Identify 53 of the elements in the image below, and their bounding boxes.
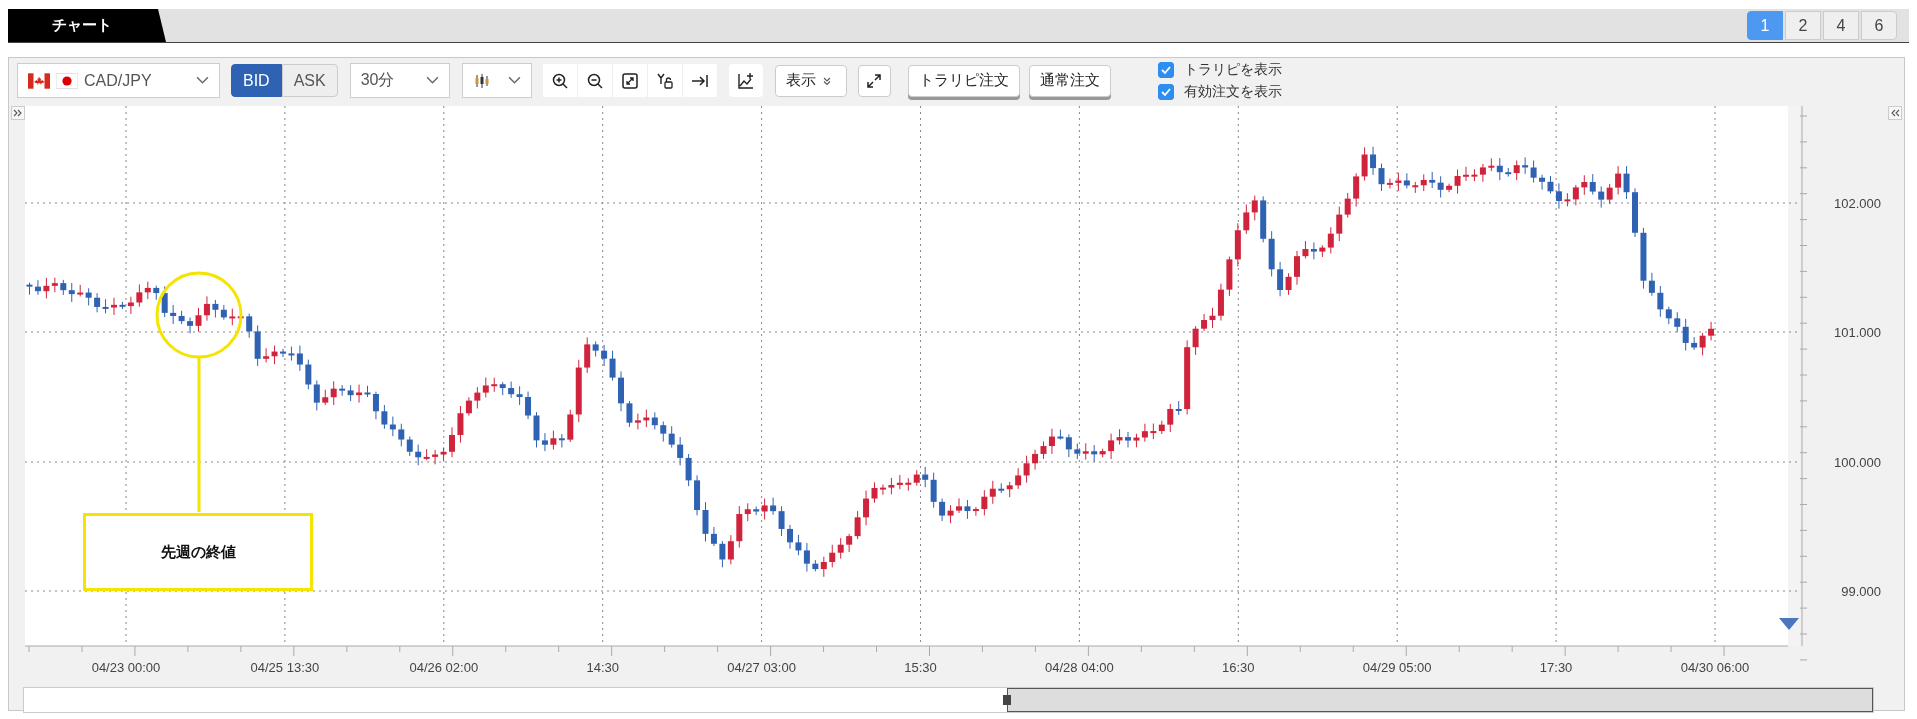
zoom-in-button[interactable] [542, 64, 578, 97]
chart-type-dropdown[interactable] [461, 63, 532, 98]
price-axis-label: 101.000 [1834, 325, 1881, 340]
fit-icon [620, 71, 639, 90]
option-checkbox[interactable]: 有効注文を表示 [1157, 82, 1282, 101]
expand-left-panel-icon[interactable] [11, 106, 25, 120]
layout-button[interactable]: 6 [1861, 11, 1897, 40]
time-axis-label: 04/25 13:30 [250, 660, 320, 675]
time-axis-label: 16:30 [1222, 660, 1255, 675]
time-axis-label: 04/23 00:00 [91, 660, 161, 675]
zoom-in-icon [550, 71, 569, 90]
timeframe-label: 30分 [360, 70, 396, 90]
option-checkbox[interactable]: トラリピを表示 [1157, 60, 1282, 79]
annotation-box: 先週の終値 [83, 513, 313, 591]
order-button[interactable]: トラリピ注文 [907, 64, 1020, 97]
price-axis-label: 99.000 [1841, 584, 1881, 599]
timeframe-dropdown[interactable]: 30分 [349, 63, 450, 98]
time-axis-label: 04/28 04:00 [1045, 660, 1114, 675]
time-axis-label: 04/29 05:00 [1362, 660, 1432, 675]
time-axis-label: 04/30 06:00 [1680, 660, 1750, 675]
collapse-right-panel-icon[interactable] [1887, 106, 1902, 120]
flag-icon [56, 72, 78, 89]
symbol-label: CAD/JPY [84, 71, 153, 90]
price-axis-label: 102.000 [1834, 196, 1881, 211]
price-side-toggle[interactable]: BID [231, 64, 282, 97]
chevron-down-icon [196, 76, 209, 85]
symbol-dropdown[interactable]: CAD/JPY [17, 63, 220, 98]
time-axis-label: 14:30 [586, 660, 619, 675]
triangle-marker-icon [1779, 618, 1799, 630]
fullscreen-button[interactable] [857, 64, 891, 97]
flag-icon [28, 72, 50, 89]
price-axis-label: 100.000 [1834, 455, 1881, 470]
chart-tab[interactable]: チャート [8, 9, 166, 42]
navigator-handle[interactable] [1003, 695, 1011, 705]
time-axis-label: 04/27 03:00 [727, 660, 796, 675]
chart-plus-icon [736, 71, 755, 90]
checkbox[interactable] [1157, 61, 1174, 78]
zoom-out-icon [585, 71, 604, 90]
time-axis-label: 15:30 [904, 660, 937, 675]
y-lock-icon [655, 71, 674, 90]
time-axis-label: 04/26 02:00 [409, 660, 479, 675]
chevron-down-icon [507, 76, 521, 85]
display-menu-button[interactable]: 表示 [774, 64, 847, 97]
double-chevron-down-icon [821, 75, 832, 86]
expand-icon [865, 71, 884, 90]
price-side-toggle[interactable]: ASK [281, 64, 338, 97]
layout-button[interactable]: 4 [1823, 11, 1859, 40]
time-axis-label: 17:30 [1539, 660, 1573, 675]
layout-button[interactable]: 2 [1785, 11, 1821, 40]
add-indicator-button[interactable] [728, 64, 764, 97]
order-button[interactable]: 通常注文 [1028, 64, 1111, 97]
chevron-down-icon [425, 76, 439, 85]
checkbox[interactable] [1157, 83, 1174, 100]
